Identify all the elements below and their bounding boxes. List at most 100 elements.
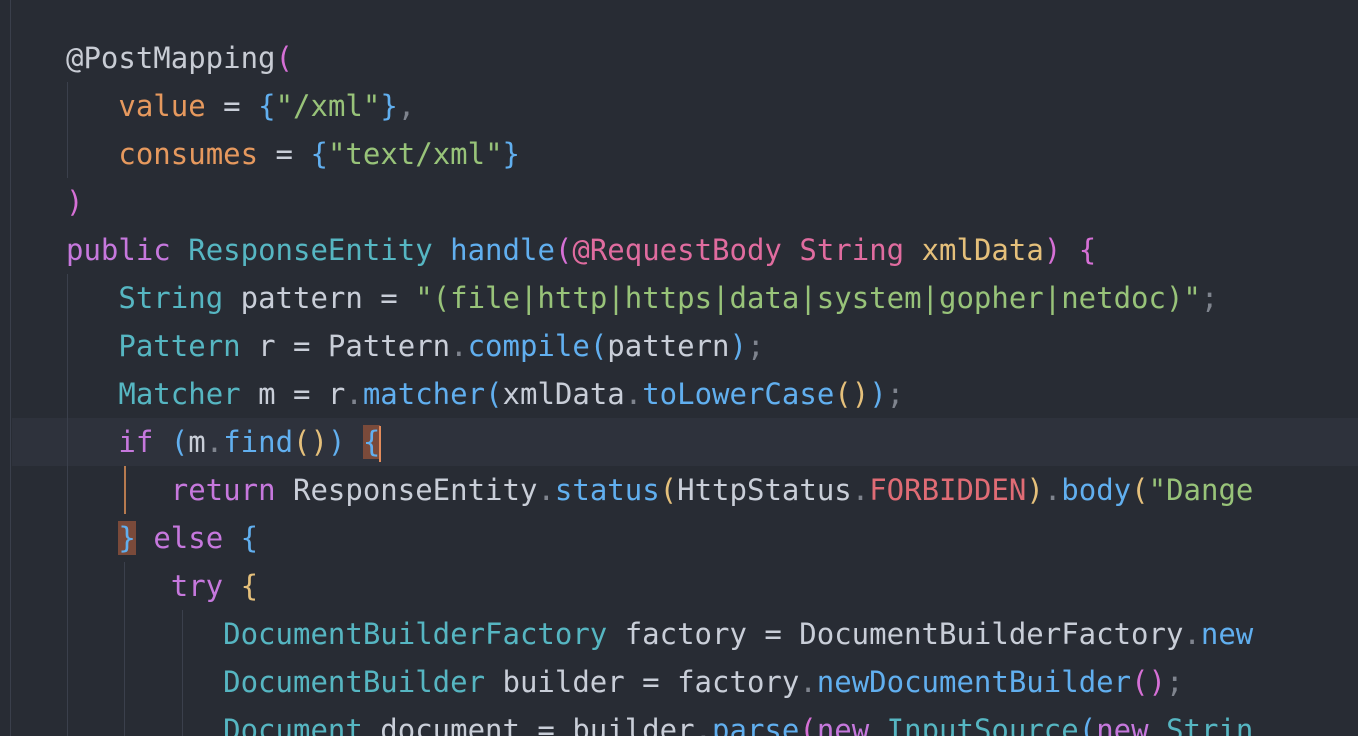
code-token: xmlData [502, 377, 625, 411]
code-token: . [694, 713, 713, 736]
code-token: String [799, 233, 905, 267]
code-token: . [345, 377, 363, 411]
code-token: ; [886, 377, 905, 411]
code-token: ( [485, 377, 503, 411]
code-token: ( [799, 713, 817, 736]
code-token: builder = factory [485, 665, 800, 699]
gutter-border [10, 0, 11, 736]
code-token: DocumentBuilderFactory [223, 617, 608, 651]
code-token: ResponseEntity [275, 473, 538, 507]
code-token: ( [275, 41, 293, 75]
code-token: matcher [362, 377, 486, 411]
code-line[interactable]: Matcher m = r.matcher(xmlData.toLowerCas… [66, 370, 904, 418]
code-token: { [362, 425, 381, 459]
code-line[interactable]: String pattern = "(file|http|https|data|… [66, 274, 1218, 322]
code-token: value [118, 89, 206, 123]
code-token: . [624, 377, 643, 411]
code-token: ( [554, 233, 573, 267]
code-token: handle [450, 233, 555, 267]
code-token: ) [1043, 233, 1062, 267]
code-line[interactable]: return ResponseEntity.status(HttpStatus.… [66, 466, 1254, 514]
code-editor[interactable]: @PostMapping( value = {"/xml"}, consumes… [0, 0, 1358, 736]
code-token: ( [659, 473, 678, 507]
code-token: pattern [607, 329, 730, 363]
code-token: status [554, 473, 660, 507]
code-token: InputSource [886, 713, 1079, 736]
code-token: { [1078, 233, 1097, 267]
code-token: DocumentBuilder [223, 665, 486, 699]
code-token: public [66, 233, 171, 267]
code-token: try [170, 569, 224, 603]
code-token: String [118, 281, 224, 315]
code-token: HttpStatus [677, 473, 852, 507]
code-token: } [380, 89, 398, 123]
code-token: () [834, 377, 870, 411]
code-token: new [1096, 713, 1149, 736]
code-token: @RequestBody [572, 233, 782, 267]
code-token: ; [1166, 665, 1184, 699]
code-token: Document [223, 713, 363, 736]
code-token: return [170, 473, 276, 507]
code-token: = [205, 89, 259, 123]
code-token: "Dange [1148, 473, 1254, 507]
code-token: @PostMapping [66, 41, 276, 75]
code-token: ( [589, 329, 608, 363]
code-token: parse [712, 713, 800, 736]
code-token: { [310, 137, 328, 171]
code-line[interactable]: Pattern r = Pattern.compile(pattern); [66, 322, 764, 370]
code-line[interactable]: try { [66, 562, 258, 610]
code-token: else [153, 521, 224, 555]
code-token: } [502, 137, 521, 171]
code-token: new [1200, 617, 1254, 651]
code-line[interactable]: value = {"/xml"}, [66, 82, 415, 130]
code-token: newDocumentBuilder [816, 665, 1132, 699]
code-token: } [118, 521, 136, 555]
code-token: { [258, 89, 276, 123]
code-line[interactable]: @PostMapping( [66, 34, 293, 82]
code-line[interactable]: DocumentBuilder builder = factory.newDoc… [66, 658, 1183, 706]
code-token: () [1131, 665, 1166, 699]
code-line[interactable]: if (m.find()) { [66, 418, 382, 466]
code-token: . [1043, 473, 1062, 507]
text-caret [379, 426, 382, 462]
code-token: FORBIDDEN [869, 473, 1027, 507]
code-token: ( [1078, 713, 1097, 736]
code-line[interactable]: } else { [66, 514, 258, 562]
code-token: ( [170, 425, 189, 459]
code-token: document = builder [362, 713, 695, 736]
code-token: compile [467, 329, 590, 363]
code-token: . [450, 329, 468, 363]
code-token: { [240, 569, 259, 603]
code-line[interactable]: Document document = builder.parse(new In… [66, 706, 1253, 736]
code-token: { [240, 521, 259, 555]
code-line[interactable]: consumes = {"text/xml"} [66, 130, 520, 178]
code-line[interactable]: public ResponseEntity handle(@RequestBod… [66, 226, 1096, 274]
code-token: . [205, 425, 224, 459]
code-token: new [816, 713, 870, 736]
code-line[interactable]: DocumentBuilderFactory factory = Documen… [66, 610, 1253, 658]
code-token: . [1183, 617, 1201, 651]
code-token: m = r [240, 377, 346, 411]
code-line[interactable]: ) [66, 178, 83, 226]
code-token: toLowerCase [642, 377, 835, 411]
code-token: ) [1026, 473, 1044, 507]
code-token: ) [66, 185, 84, 219]
